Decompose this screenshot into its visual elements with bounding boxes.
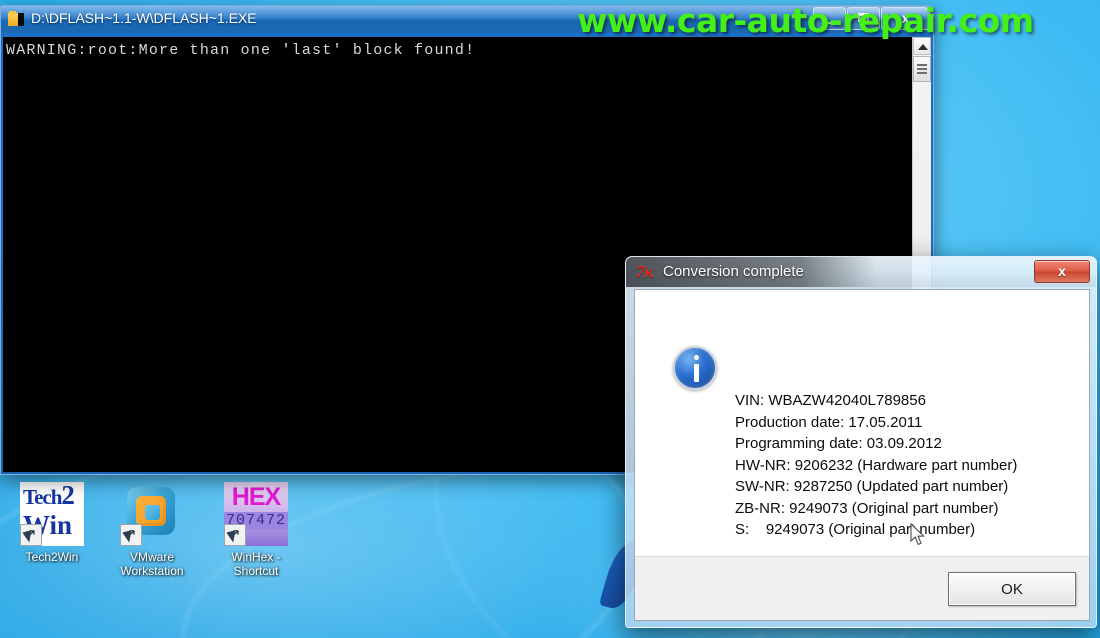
dialog-close-button[interactable]: x [1034, 260, 1090, 283]
vmware-icon: ↗ [120, 482, 184, 546]
dialog-message-area: VIN: WBAZW42040L789856 Production date: … [635, 290, 1089, 558]
message-line-hw-nr: HW-NR: 9206232 (Hardware part number) [735, 456, 1018, 474]
dialog-button-panel: OK [635, 556, 1089, 620]
message-line-programming-date: Programming date: 03.09.2012 [735, 435, 942, 452]
message-line-zb-nr: ZB-NR: 9249073 (Original part number) [735, 499, 999, 517]
console-app-icon [8, 11, 25, 28]
desktop-icon-label: Tech2Win [25, 550, 79, 564]
ok-button[interactable]: OK [948, 572, 1076, 606]
screen: Tech2 Win ↗ Tech2Win ↗ VMware Workstatio… [0, 0, 1100, 638]
message-line-production-date: Production date: 17.05.2011 [735, 413, 923, 431]
desktop-icon-label: VMware Workstation [120, 550, 184, 578]
message-line-sw-nr: SW-NR: 9287250 (Updated part number) [735, 478, 1009, 495]
mouse-pointer [910, 523, 926, 547]
desktop-icon-label: WinHex - Shortcut [231, 550, 281, 578]
desktop-icon-vmware-workstation[interactable]: ↗ VMware Workstation [104, 482, 200, 578]
winhex-art-text: HEX [231, 483, 281, 511]
desktop-icon-winhex-shortcut[interactable]: HEX 707472 ↗ WinHex - Shortcut [208, 482, 304, 578]
message-line-s: S: 9249073 (Original part number) [735, 521, 976, 538]
site-watermark: www.car-auto-repair.com [577, 1, 1034, 40]
desktop-icon-tech2win[interactable]: Tech2 Win ↗ Tech2Win [4, 482, 100, 564]
conversion-complete-dialog[interactable]: 7κ Conversion complete x VIN: WBAZW42040… [625, 256, 1097, 628]
tech2win-icon: Tech2 Win ↗ [20, 482, 84, 546]
console-window-title: D:\DFLASH~1.1-W\DFLASH~1.EXE [31, 10, 257, 26]
info-icon [673, 346, 717, 390]
shortcut-arrow-icon: ↗ [120, 524, 142, 546]
dialog-client-area: VIN: WBAZW42040L789856 Production date: … [634, 289, 1090, 621]
message-line-vin: VIN: WBAZW42040L789856 [735, 392, 926, 409]
dialog-titlebar[interactable]: 7κ Conversion complete x [626, 257, 1096, 287]
shortcut-arrow-icon: ↗ [224, 524, 246, 546]
dialog-message-text: VIN: WBAZW42040L789856 Production date: … [735, 390, 1017, 541]
tech2win-art-text: Tech [23, 485, 62, 509]
close-icon: x [1058, 263, 1066, 279]
scrollbar-thumb[interactable] [913, 56, 931, 82]
console-output-text: WARNING:root:More than one 'last' block … [6, 42, 476, 59]
winhex-icon: HEX 707472 ↗ [224, 482, 288, 546]
shortcut-arrow-icon: ↗ [20, 524, 42, 546]
tech2win-art-number: 2 [61, 482, 74, 510]
dialog-title: Conversion complete [663, 263, 804, 280]
tk-feather-icon: 7κ [636, 262, 654, 281]
